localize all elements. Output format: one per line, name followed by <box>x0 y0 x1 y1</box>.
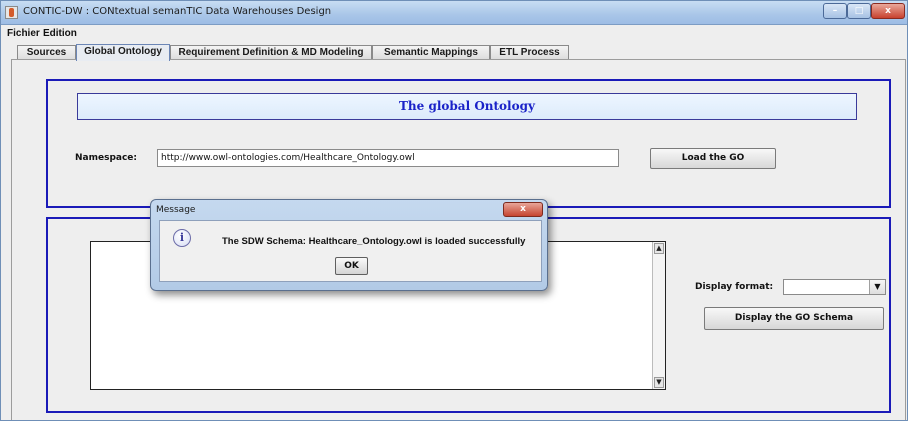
dialog-title: Message <box>156 205 196 215</box>
tab-global-ontology[interactable]: Global Ontology <box>76 44 170 61</box>
load-go-button[interactable]: Load the GO <box>650 148 776 169</box>
menu-bar: Fichier Edition <box>1 26 907 42</box>
tab-sources[interactable]: Sources <box>17 45 76 60</box>
dialog-body: i The SDW Schema: Healthcare_Ontology.ow… <box>159 220 542 282</box>
ok-button[interactable]: OK <box>335 257 368 275</box>
display-format-select[interactable]: ▼ <box>783 279 886 295</box>
chevron-down-icon[interactable]: ▼ <box>869 280 885 294</box>
scroll-down-icon[interactable]: ▼ <box>654 377 664 388</box>
maximize-button[interactable]: □ <box>847 3 871 19</box>
vertical-scrollbar[interactable]: ▲ ▼ <box>652 242 665 389</box>
tab-etl-process[interactable]: ETL Process <box>490 45 569 60</box>
namespace-input[interactable]: http://www.owl-ontologies.com/Healthcare… <box>157 149 619 167</box>
maximize-icon: □ <box>854 6 864 16</box>
page-title: The global Ontology <box>399 99 535 113</box>
ontology-load-panel: The global Ontology Namespace: http://ww… <box>46 79 891 208</box>
message-dialog: Message x i The SDW Schema: Healthcare_O… <box>150 199 548 291</box>
dialog-message: The SDW Schema: Healthcare_Ontology.owl … <box>222 236 526 247</box>
window-title: CONTIC-DW : CONtextual semanTIC Data War… <box>23 6 332 17</box>
menu-edition[interactable]: Edition <box>43 28 77 39</box>
display-format-label: Display format: <box>695 282 774 292</box>
tab-semantic-mappings[interactable]: Semantic Mappings <box>372 45 490 60</box>
close-icon: x <box>885 6 891 16</box>
display-go-schema-button[interactable]: Display the GO Schema <box>704 307 884 330</box>
namespace-label: Namespace: <box>75 153 137 163</box>
scroll-up-icon[interactable]: ▲ <box>654 243 664 254</box>
header-box: The global Ontology <box>77 93 857 120</box>
title-bar[interactable]: CONTIC-DW : CONtextual semanTIC Data War… <box>1 1 907 25</box>
minimize-icon: – <box>832 6 838 16</box>
dialog-close-button[interactable]: x <box>503 202 543 217</box>
java-app-icon <box>5 6 18 19</box>
info-icon: i <box>173 229 191 247</box>
menu-fichier[interactable]: Fichier <box>7 28 40 39</box>
app-window: CONTIC-DW : CONtextual semanTIC Data War… <box>0 0 908 421</box>
tab-strip: Sources Global Ontology Requirement Defi… <box>1 44 907 61</box>
tab-requirement-definition[interactable]: Requirement Definition & MD Modeling <box>170 45 372 60</box>
close-button[interactable]: x <box>871 3 905 19</box>
minimize-button[interactable]: – <box>823 3 847 19</box>
